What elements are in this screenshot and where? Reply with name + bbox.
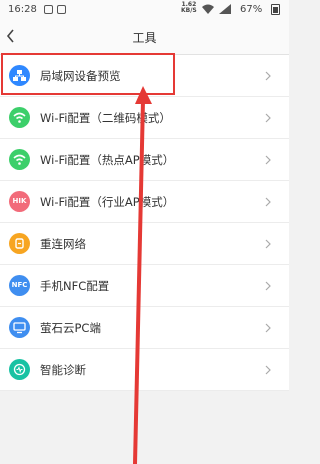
notification-icon	[44, 5, 53, 14]
header: 工具	[0, 20, 289, 55]
menu-item-wifi-qrcode[interactable]: Wi-Fi配置（二维码模式）	[0, 97, 289, 139]
status-time: 16:28	[8, 4, 37, 15]
wifi-icon	[9, 107, 30, 128]
menu-item-label: Wi-Fi配置（行业AP模式）	[40, 195, 175, 209]
reconnect-icon	[9, 233, 30, 254]
notification-icon	[57, 5, 66, 14]
signal-icon	[219, 4, 231, 14]
battery-percent: 67%	[240, 4, 263, 15]
menu-item-label: 手机NFC配置	[40, 279, 110, 293]
menu-item-diagnosis[interactable]: 智能诊断	[0, 349, 289, 391]
wifi-icon	[9, 149, 30, 170]
battery-icon	[271, 4, 280, 15]
hik-icon: HIK	[9, 191, 30, 212]
chevron-right-icon	[265, 71, 271, 81]
menu-item-pc-client[interactable]: 萤石云PC端	[0, 307, 289, 349]
menu-item-label: 智能诊断	[40, 363, 86, 377]
menu-item-label: Wi-Fi配置（热点AP模式）	[40, 153, 175, 167]
menu-item-wifi-industry-ap[interactable]: HIK Wi-Fi配置（行业AP模式）	[0, 181, 289, 223]
menu-item-reconnect[interactable]: 重连网络	[0, 223, 289, 265]
tools-list: 局域网设备预览 Wi-Fi配置（二维码模式） Wi-Fi配置（热点AP模式） H…	[0, 55, 289, 391]
lan-devices-icon	[9, 65, 30, 86]
status-bar: 16:28 1.62 KB/S 67%	[0, 0, 289, 20]
chevron-right-icon	[265, 113, 271, 123]
page-title: 工具	[132, 31, 157, 45]
chevron-right-icon	[265, 323, 271, 333]
menu-item-lan-preview[interactable]: 局域网设备预览	[0, 55, 289, 97]
chevron-right-icon	[265, 239, 271, 249]
chevron-right-icon	[265, 155, 271, 165]
network-speed: 1.62 KB/S	[181, 1, 197, 14]
menu-item-label: 局域网设备预览	[40, 69, 121, 83]
menu-item-label: 萤石云PC端	[40, 321, 101, 335]
chevron-right-icon	[265, 365, 271, 375]
menu-item-label: 重连网络	[40, 237, 86, 251]
menu-item-label: Wi-Fi配置（二维码模式）	[40, 111, 171, 125]
menu-item-wifi-hotspot-ap[interactable]: Wi-Fi配置（热点AP模式）	[0, 139, 289, 181]
chevron-right-icon	[265, 197, 271, 207]
nfc-icon: NFC	[9, 275, 30, 296]
pc-client-icon	[9, 317, 30, 338]
wifi-status-icon	[202, 4, 214, 14]
diagnosis-icon	[9, 359, 30, 380]
chevron-right-icon	[265, 281, 271, 291]
menu-item-nfc[interactable]: NFC 手机NFC配置	[0, 265, 289, 307]
